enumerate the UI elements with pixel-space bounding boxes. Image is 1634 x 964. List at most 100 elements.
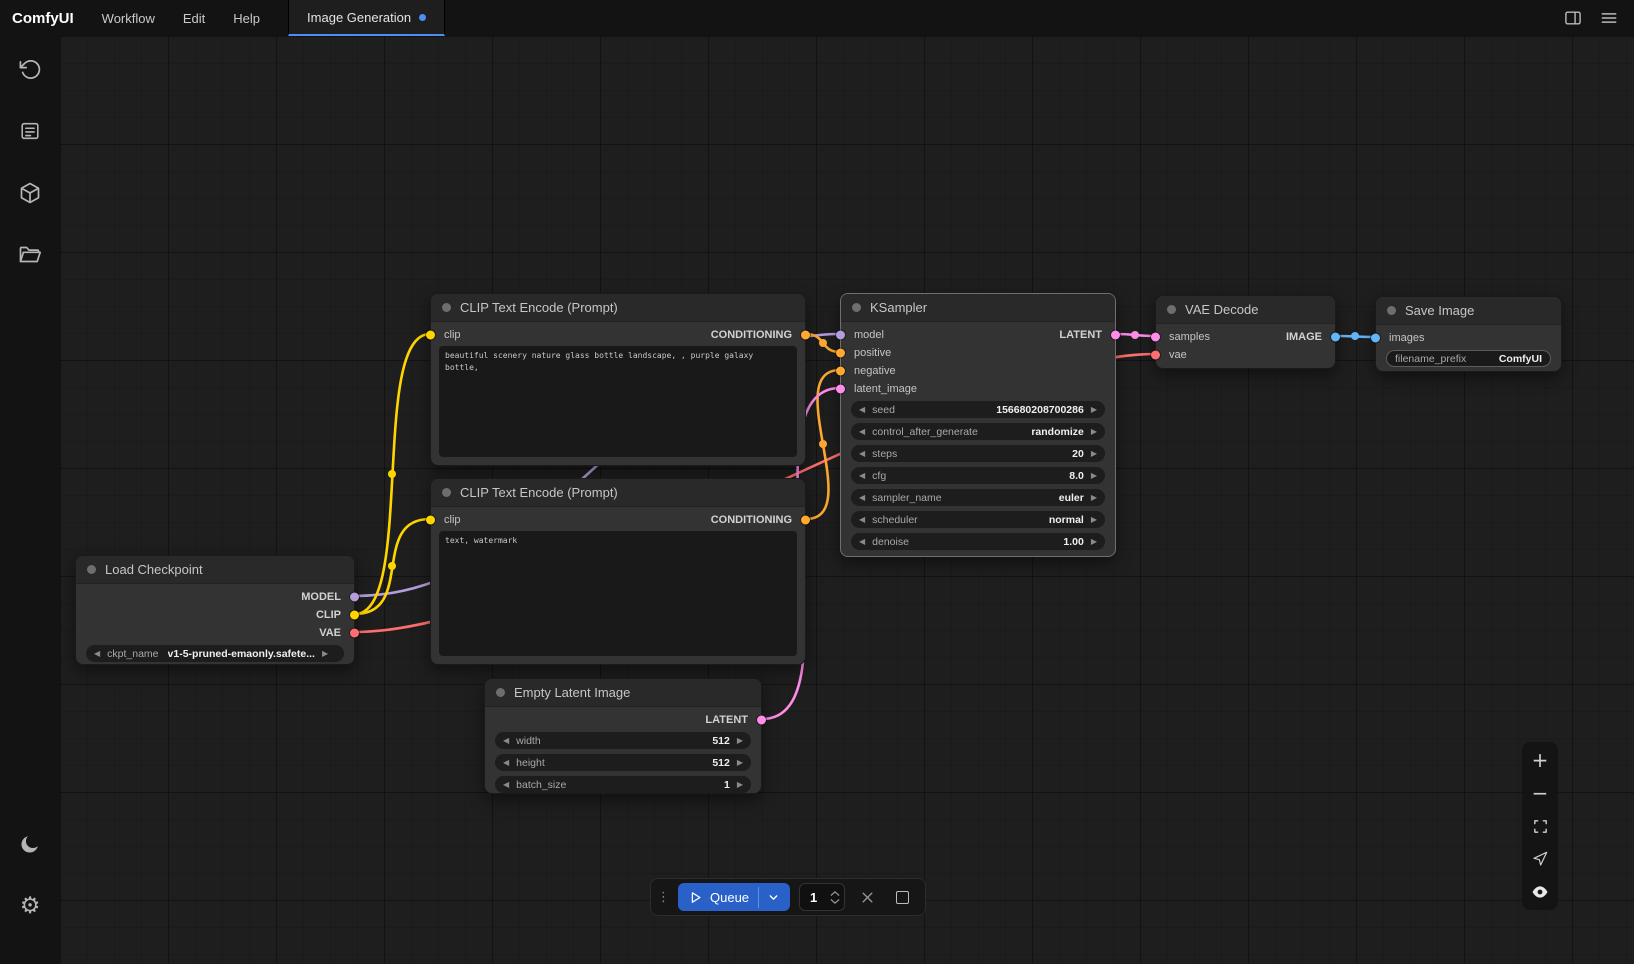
widget-width[interactable]: ◀ width 512 ▶ [495,732,751,749]
node-load-checkpoint[interactable]: Load Checkpoint MODEL CLIP VAE ◀ ckpt_na [75,555,355,665]
log-icon[interactable] [17,118,43,144]
node-clip-text-encode-positive[interactable]: CLIP Text Encode (Prompt) clip CONDITION… [430,293,806,466]
node-header[interactable]: Save Image [1376,297,1561,325]
port-vae-output[interactable] [350,629,359,638]
arrow-left-icon[interactable]: ◀ [859,406,865,414]
chevron-down-icon[interactable] [758,887,786,908]
settings-gear-icon[interactable]: ⚙ [17,893,43,919]
node-header[interactable]: CLIP Text Encode (Prompt) [431,479,805,507]
tab-image-generation[interactable]: Image Generation [288,0,445,36]
arrow-left-icon[interactable]: ◀ [859,428,865,436]
arrow-left-icon[interactable]: ◀ [859,494,865,502]
arrow-left-icon[interactable]: ◀ [503,737,509,745]
port-clip-input[interactable] [426,516,435,525]
node-header[interactable]: VAE Decode [1156,296,1335,324]
queue-button[interactable]: Queue [678,883,790,911]
arrow-right-icon[interactable]: ▶ [1091,450,1097,458]
widget-seed[interactable]: ◀ seed 156680208700286 ▶ [851,401,1105,418]
prompt-textarea[interactable]: text, watermark [439,531,797,656]
widget-control-after-generate[interactable]: ◀ control_after_generate randomize ▶ [851,423,1105,440]
widget-cfg[interactable]: ◀ cfg 8.0 ▶ [851,467,1105,484]
node-header[interactable]: Load Checkpoint [76,556,354,584]
collapse-dot[interactable] [1387,306,1396,315]
node-header[interactable]: Empty Latent Image [485,679,761,707]
widget-batch-size[interactable]: ◀ batch_size 1 ▶ [495,776,751,793]
menu-help[interactable]: Help [219,0,274,36]
history-icon[interactable] [17,56,43,82]
port-samples-input[interactable] [1151,333,1160,342]
menu-edit[interactable]: Edit [169,0,219,36]
port-clip-output[interactable] [350,611,359,620]
stop-icon[interactable] [889,884,915,910]
arrow-left-icon[interactable]: ◀ [503,781,509,789]
port-latent-output[interactable] [1111,331,1120,340]
port-images-input[interactable] [1371,334,1380,343]
arrow-right-icon[interactable]: ▶ [737,781,743,789]
arrow-left-icon[interactable]: ◀ [94,650,100,658]
port-positive-input[interactable] [836,349,845,358]
collapse-dot[interactable] [1167,305,1176,314]
arrow-left-icon[interactable]: ◀ [859,538,865,546]
collapse-dot[interactable] [442,488,451,497]
hamburger-menu-icon[interactable] [1594,4,1624,32]
count-stepper[interactable] [830,890,844,905]
zoom-in-icon[interactable]: + [1525,745,1555,775]
workflows-folder-icon[interactable] [17,242,43,268]
widget-sampler-name[interactable]: ◀ sampler_name euler ▶ [851,489,1105,506]
node-empty-latent-image[interactable]: Empty Latent Image LATENT ◀ width 512 ▶ … [484,678,762,794]
node-save-image[interactable]: Save Image images filename_prefix ComfyU… [1375,296,1562,372]
node-graph-canvas[interactable]: Load Checkpoint MODEL CLIP VAE ◀ ckpt_na [60,36,1634,964]
zoom-out-icon[interactable]: − [1525,778,1555,808]
node-ksampler[interactable]: KSampler model LATENT positive negative [840,293,1116,557]
port-negative-input[interactable] [836,367,845,376]
port-image-output[interactable] [1331,333,1340,342]
port-latent-image-input[interactable] [836,385,845,394]
arrow-left-icon[interactable]: ◀ [859,472,865,480]
fit-view-icon[interactable] [1525,811,1555,841]
port-latent-output[interactable] [757,716,766,725]
node-clip-text-encode-negative[interactable]: CLIP Text Encode (Prompt) clip CONDITION… [430,478,806,665]
node-header[interactable]: KSampler [841,294,1115,322]
port-conditioning-output[interactable] [801,516,810,525]
collapse-dot[interactable] [852,303,861,312]
widget-denoise[interactable]: ◀ denoise 1.00 ▶ [851,533,1105,550]
widget-ckpt-name[interactable]: ◀ ckpt_name v1-5-pruned-emaonly.safete..… [86,645,344,662]
menu-workflow[interactable]: Workflow [88,0,169,36]
widget-steps[interactable]: ◀ steps 20 ▶ [851,445,1105,462]
collapse-dot[interactable] [442,303,451,312]
widget-label: scheduler [872,514,918,526]
toggle-panel-icon[interactable] [1558,4,1588,32]
port-clip-input[interactable] [426,331,435,340]
port-model-output[interactable] [350,593,359,602]
arrow-right-icon[interactable]: ▶ [1091,494,1097,502]
batch-count-input[interactable]: 1 [799,883,845,911]
prompt-textarea[interactable]: beautiful scenery nature glass bottle la… [439,346,797,457]
node-vae-decode[interactable]: VAE Decode samples IMAGE vae [1155,295,1336,369]
arrow-right-icon[interactable]: ▶ [1091,428,1097,436]
arrow-right-icon[interactable]: ▶ [737,737,743,745]
widget-height[interactable]: ◀ height 512 ▶ [495,754,751,771]
widget-filename-prefix[interactable]: filename_prefix ComfyUI [1386,350,1551,367]
arrow-left-icon[interactable]: ◀ [859,516,865,524]
port-vae-input[interactable] [1151,351,1160,360]
port-model-input[interactable] [836,331,845,340]
arrow-right-icon[interactable]: ▶ [1091,472,1097,480]
arrow-right-icon[interactable]: ▶ [1091,406,1097,414]
arrow-right-icon[interactable]: ▶ [737,759,743,767]
node-header[interactable]: CLIP Text Encode (Prompt) [431,294,805,322]
collapse-dot[interactable] [496,688,505,697]
model-library-icon[interactable] [17,180,43,206]
arrow-right-icon[interactable]: ▶ [322,650,328,658]
arrow-right-icon[interactable]: ▶ [1091,516,1097,524]
arrow-left-icon[interactable]: ◀ [859,450,865,458]
port-conditioning-output[interactable] [801,331,810,340]
theme-toggle-icon[interactable] [17,831,43,857]
collapse-dot[interactable] [87,565,96,574]
arrow-right-icon[interactable]: ▶ [1091,538,1097,546]
arrow-left-icon[interactable]: ◀ [503,759,509,767]
select-mode-icon[interactable] [1525,844,1555,874]
toggle-visibility-eye-icon[interactable] [1525,877,1555,907]
drag-handle-icon[interactable]: ⋮ [657,890,669,905]
widget-scheduler[interactable]: ◀ scheduler normal ▶ [851,511,1105,528]
clear-queue-icon[interactable] [854,884,880,910]
